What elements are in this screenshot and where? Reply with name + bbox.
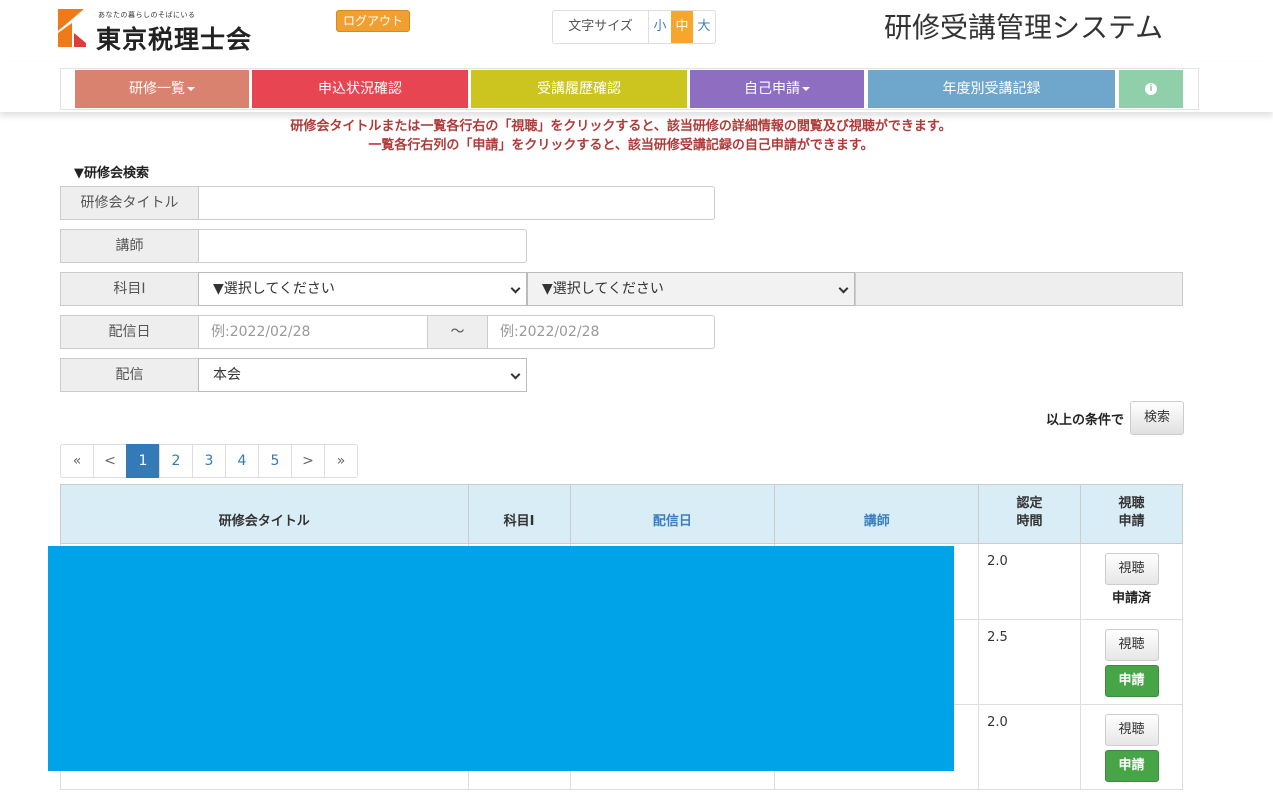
font-size-large[interactable]: 大 bbox=[693, 11, 715, 43]
page-next[interactable]: > bbox=[291, 444, 325, 478]
nav-training-list[interactable]: 研修一覧 bbox=[75, 70, 249, 108]
nav-yearly-records[interactable]: 年度別受講記録 bbox=[868, 70, 1115, 108]
nav-self-application-label: 自己申請 bbox=[744, 81, 800, 97]
page-5[interactable]: 5 bbox=[258, 444, 292, 478]
instruction-notice: 研修会タイトルまたは一覧各行右の「視聴」をクリックすると、該当研修の詳細情報の閲… bbox=[60, 117, 1182, 155]
caret-down-icon bbox=[802, 87, 810, 91]
header-date[interactable]: 配信日 bbox=[569, 484, 776, 544]
cell-hours: 2.5 bbox=[978, 619, 1082, 705]
table-header-row: 研修会タイトル 科目Ⅰ 配信日 講師 認定 時間 視聴 申請 bbox=[60, 484, 1183, 544]
font-size-medium[interactable]: 中 bbox=[671, 11, 693, 43]
cell-hours: 2.0 bbox=[978, 704, 1082, 790]
date-from-placeholder: 例:2022/02/28 bbox=[211, 324, 311, 340]
apply-button[interactable]: 申請 bbox=[1104, 750, 1159, 782]
view-button[interactable]: 視聴 bbox=[1104, 714, 1159, 746]
header-actions-line1: 視聴 bbox=[1118, 496, 1145, 511]
date-to-input[interactable]: 例:2022/02/28 bbox=[487, 315, 715, 349]
cell-actions: 視聴 申請済 bbox=[1080, 543, 1183, 620]
subject-label: 科目Ⅰ bbox=[60, 272, 199, 306]
font-size-label: 文字サイズ bbox=[553, 11, 649, 43]
notice-line-2: 一覧各行右列の「申請」をクリックすると、該当研修受講記録の自己申請ができます。 bbox=[368, 138, 874, 153]
lecturer-input[interactable] bbox=[198, 229, 527, 263]
chevron-down-icon bbox=[510, 283, 521, 294]
delivery-select[interactable]: 本会 bbox=[198, 358, 527, 392]
nav-attendance-history-label: 受講履歴確認 bbox=[537, 81, 621, 97]
nav-application-status-label: 申込状況確認 bbox=[318, 81, 402, 97]
page-2[interactable]: 2 bbox=[159, 444, 193, 478]
view-button[interactable]: 視聴 bbox=[1104, 629, 1159, 661]
chevron-down-icon bbox=[838, 283, 849, 294]
nav-training-list-label: 研修一覧 bbox=[129, 81, 185, 97]
date-to-placeholder: 例:2022/02/28 bbox=[500, 324, 600, 340]
header-actions: 視聴 申請 bbox=[1080, 484, 1183, 544]
nav-yearly-records-label: 年度別受講記録 bbox=[942, 81, 1041, 97]
apply-button[interactable]: 申請 bbox=[1104, 665, 1159, 697]
nav-attendance-history[interactable]: 受講履歴確認 bbox=[471, 70, 687, 108]
page-first[interactable]: « bbox=[60, 444, 94, 478]
search-submit-prefix: 以上の条件で bbox=[1046, 413, 1125, 428]
pagination: « < 1 2 3 4 5 > » bbox=[60, 444, 358, 478]
cell-actions: 視聴 申請 bbox=[1080, 704, 1183, 790]
font-size-switcher: 文字サイズ 小 中 大 bbox=[552, 10, 716, 44]
date-from-input[interactable]: 例:2022/02/28 bbox=[198, 315, 428, 349]
logo-name: 東京税理士会 bbox=[96, 25, 253, 54]
page-prev[interactable]: < bbox=[93, 444, 127, 478]
header-lecturer[interactable]: 講師 bbox=[774, 484, 980, 544]
page-1[interactable]: 1 bbox=[126, 444, 160, 478]
cell-hours: 2.0 bbox=[978, 543, 1082, 620]
notice-line-1: 研修会タイトルまたは一覧各行右の「視聴」をクリックすると、該当研修の詳細情報の閲… bbox=[290, 119, 952, 134]
cell-actions: 視聴 申請 bbox=[1080, 619, 1183, 705]
logo[interactable]: あなたの暮らしのそばにいる 東京税理士会 bbox=[58, 9, 258, 54]
nav-self-application[interactable]: 自己申請 bbox=[690, 70, 864, 108]
logo-mark-icon bbox=[58, 9, 86, 47]
search-section-title: ▼研修会検索 bbox=[74, 166, 149, 181]
nav-application-status[interactable]: 申込状況確認 bbox=[252, 70, 468, 108]
chevron-down-icon bbox=[510, 369, 521, 380]
redaction-overlay bbox=[48, 546, 954, 771]
subject-select-2-value: ▼選択してください bbox=[542, 281, 664, 297]
header-hours-line2: 時間 bbox=[1016, 514, 1043, 529]
subject-addon bbox=[855, 272, 1183, 306]
search-button[interactable]: 検索 bbox=[1130, 401, 1184, 435]
subject-select-1[interactable]: ▼選択してください bbox=[198, 272, 527, 306]
logout-button[interactable]: ログアウト bbox=[336, 10, 411, 32]
title-label: 研修会タイトル bbox=[60, 186, 199, 220]
lecturer-label: 講師 bbox=[60, 229, 199, 263]
info-icon: i bbox=[1145, 83, 1157, 95]
header-hours-line1: 認定 bbox=[1016, 496, 1043, 511]
page-4[interactable]: 4 bbox=[225, 444, 259, 478]
applied-status: 申請済 bbox=[1112, 591, 1152, 606]
delivery-select-value: 本会 bbox=[213, 367, 241, 383]
system-title: 研修受講管理システム bbox=[884, 11, 1164, 44]
subject-select-2[interactable]: ▼選択してください bbox=[527, 272, 855, 306]
page-last[interactable]: » bbox=[324, 444, 358, 478]
title-input[interactable] bbox=[198, 186, 715, 220]
nav-info[interactable]: i bbox=[1119, 70, 1183, 108]
header-subject: 科目Ⅰ bbox=[467, 484, 571, 544]
caret-down-icon bbox=[187, 87, 195, 91]
header-actions-line2: 申請 bbox=[1118, 514, 1145, 529]
page-3[interactable]: 3 bbox=[192, 444, 226, 478]
subject-select-1-value: ▼選択してください bbox=[213, 281, 335, 297]
date-label: 配信日 bbox=[60, 315, 199, 349]
date-separator: ～ bbox=[427, 315, 488, 349]
font-size-small[interactable]: 小 bbox=[649, 11, 671, 43]
delivery-label: 配信 bbox=[60, 358, 199, 392]
main-nav: 研修一覧 申込状況確認 受講履歴確認 自己申請 年度別受講記録 i bbox=[60, 68, 1199, 110]
view-button[interactable]: 視聴 bbox=[1104, 553, 1159, 585]
logo-tagline: あなたの暮らしのそばにいる bbox=[98, 11, 196, 19]
header-hours: 認定 時間 bbox=[978, 484, 1082, 544]
header-title: 研修会タイトル bbox=[60, 484, 469, 544]
header: あなたの暮らしのそばにいる 東京税理士会 ログアウト 文字サイズ 小 中 大 研… bbox=[0, 0, 1273, 60]
